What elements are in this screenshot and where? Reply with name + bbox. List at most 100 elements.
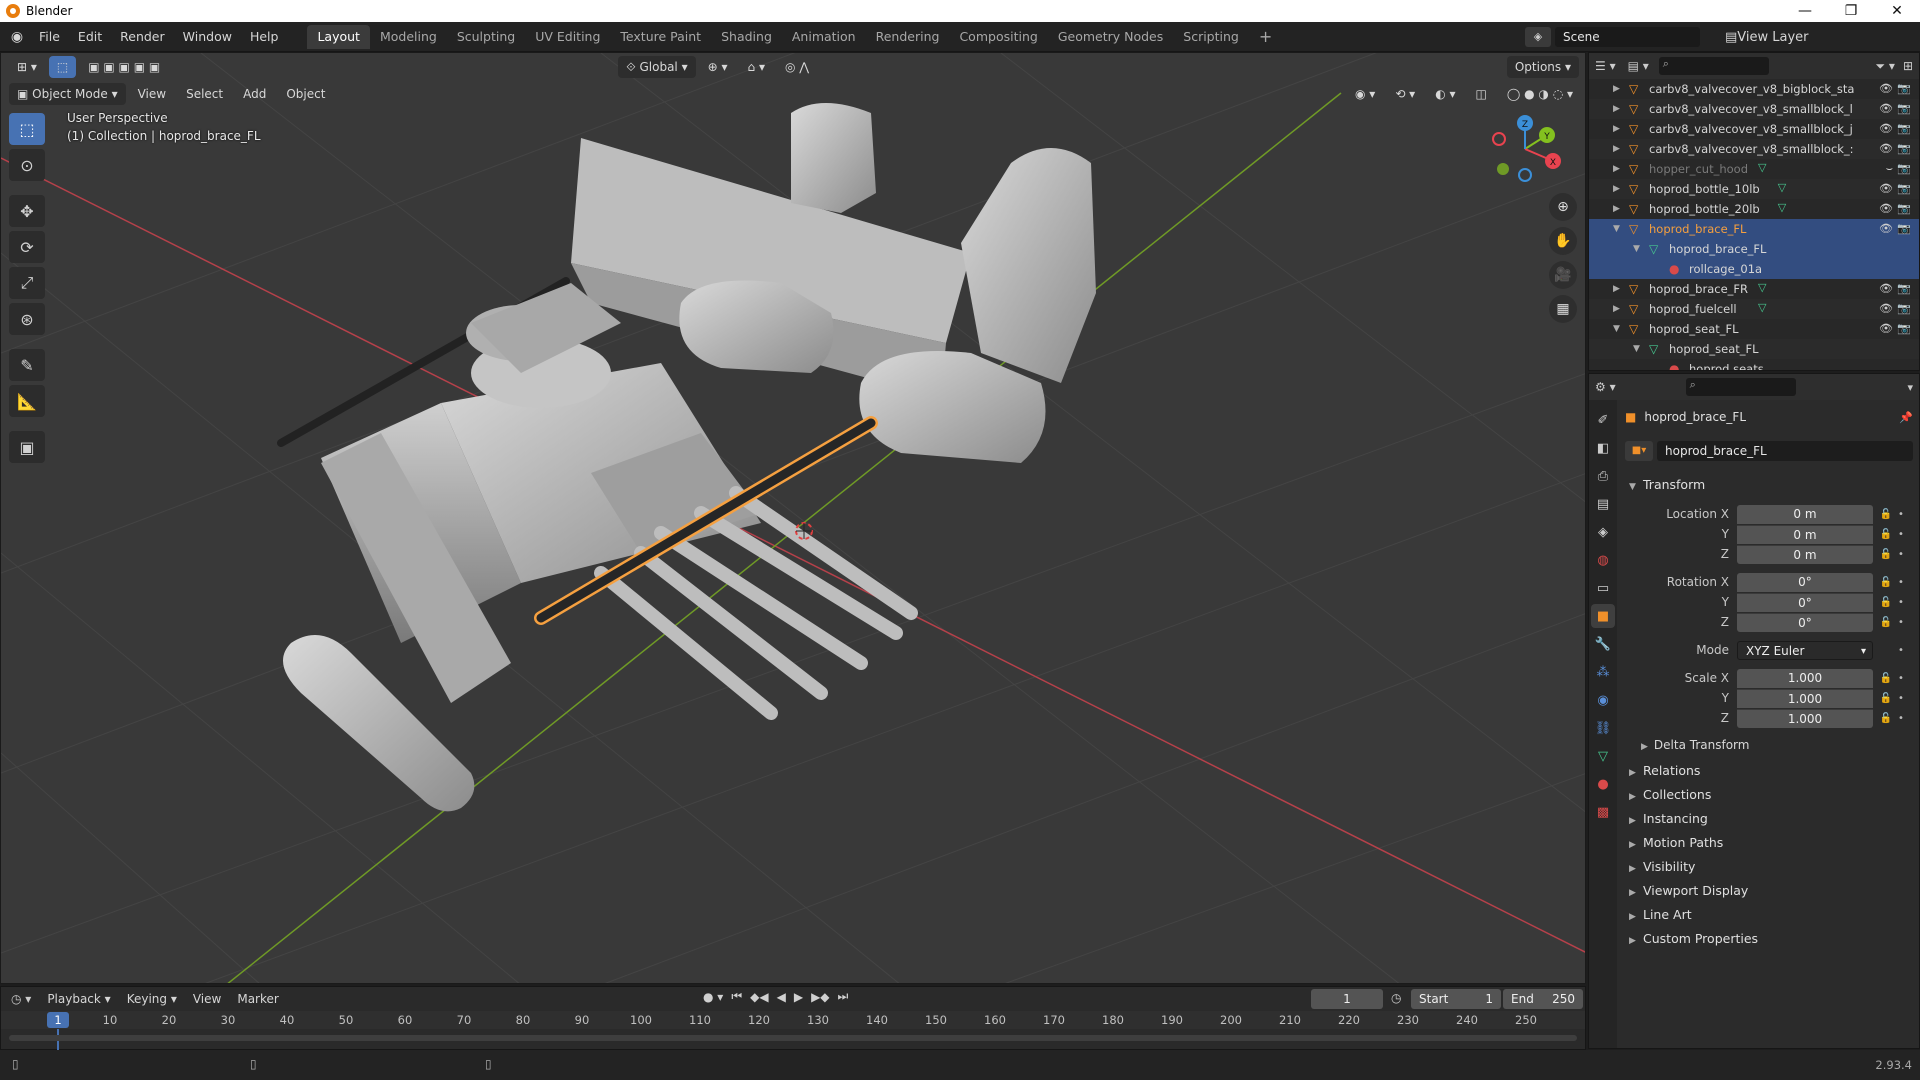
select-box-tool-icon[interactable]: ⬚ [9,113,45,145]
lock-icon[interactable]: 🔓 [1877,713,1895,724]
outliner-editor-icon[interactable]: ☰ ▾ [1595,59,1616,73]
viewport-menu-view[interactable]: View [130,83,174,105]
timeline-ruler[interactable]: 1 10 20 30 40 50 60 70 80 90 100 110 120 130 140 150 16… [1,1011,1585,1029]
data-tab-icon[interactable]: ▽ [1591,744,1615,768]
visibility-icon[interactable]: ◉ ▾ [1347,83,1383,105]
keyframe-dot-icon[interactable]: • [1895,529,1907,540]
tab-compositing[interactable]: Compositing [949,25,1047,49]
chevron-down-icon[interactable]: ▼ [1613,219,1620,239]
tab-animation[interactable]: Animation [782,25,866,49]
panel-header-line-art[interactable]: ▶ Line Art [1625,904,1913,926]
outliner-search-input[interactable]: ⌕ [1658,57,1769,75]
move-tool-icon[interactable]: ✥ [9,195,45,227]
jump-keyframe-back-icon[interactable]: ◆◀ [750,990,768,1004]
jump-keyframe-forward-icon[interactable]: ▶◆ [811,990,829,1004]
lock-icon[interactable]: 🔓 [1877,529,1895,540]
object-tab-icon[interactable]: ■ [1591,604,1615,628]
tool-tab-icon[interactable]: ✐ [1591,408,1615,432]
options-dropdown[interactable]: Options ▾ [1506,56,1579,78]
scene-name-field[interactable]: Scene [1555,27,1700,47]
tab-modeling[interactable]: Modeling [370,25,447,49]
eye-icon[interactable]: 👁 [1879,219,1893,239]
panel-header-instancing[interactable]: ▶ Instancing [1625,808,1913,830]
eye-icon[interactable]: 👁 [1879,99,1893,119]
render-tab-icon[interactable]: ◧ [1591,436,1615,460]
outliner-row[interactable]: ▶ ▽ hopper_cut_hood ▽ ⌣ 📷 [1589,159,1919,179]
panel-header-visibility[interactable]: ▶ Visibility [1625,856,1913,878]
object-type-icon[interactable]: ■▾ [1625,441,1653,461]
outliner-row[interactable]: ▶ ▽ hoprod_fuelcell ▽ 👁 📷 [1589,299,1919,319]
chevron-right-icon[interactable]: ▶ [1613,119,1620,139]
outliner-display-mode-icon[interactable]: ▤ ▾ [1628,59,1649,73]
scale-y-field[interactable]: 1.000 [1737,688,1873,708]
frame-cursor[interactable]: 1 [47,1012,69,1028]
constraints-tab-icon[interactable]: ⛓ [1591,716,1615,740]
add-cube-tool-icon[interactable]: ▣ [9,431,45,463]
keyframe-dot-icon[interactable]: • [1895,577,1907,588]
camera-icon[interactable]: 📷 [1897,219,1911,239]
eye-icon[interactable]: 👁 [1879,279,1893,299]
scale-z-field[interactable]: 1.000 [1737,708,1873,728]
chevron-right-icon[interactable]: ▶ [1613,199,1620,219]
orientation-dropdown[interactable]: ⟐ Global ▾ [618,56,696,78]
chevron-down-icon[interactable]: ▼ [1633,239,1640,259]
viewport-menu-object[interactable]: Object [278,83,333,105]
chevron-right-icon[interactable]: ▶ [1613,79,1620,99]
properties-editor-icon[interactable]: ⚙ ▾ [1595,380,1616,394]
chevron-right-icon[interactable]: ▶ [1613,99,1620,119]
particles-tab-icon[interactable]: ⁂ [1591,660,1615,684]
chevron-right-icon[interactable]: ▶ [1613,139,1620,159]
cursor-tool-icon[interactable]: ⊙ [9,149,45,181]
current-frame-field[interactable]: 1 [1311,989,1383,1009]
menu-window[interactable]: Window [174,22,241,52]
outliner-row[interactable]: ● rollcage_01a [1589,259,1919,279]
timeline-menu-marker[interactable]: Marker [229,992,286,1006]
camera-icon[interactable]: 📷 [1897,119,1911,139]
tab-uv-editing[interactable]: UV Editing [525,25,610,49]
physics-tab-icon[interactable]: ◉ [1591,688,1615,712]
outliner-row[interactable]: ▼ ▽ hoprod_brace_FL 👁 📷 [1589,219,1919,239]
panel-header-custom-properties[interactable]: ▶ Custom Properties [1625,928,1913,950]
location-y-field[interactable]: 0 m [1737,524,1873,544]
material-tab-icon[interactable]: ● [1591,772,1615,796]
lock-icon[interactable]: 🔓 [1877,509,1895,520]
object-name-field[interactable]: hoprod_brace_FL [1657,441,1913,461]
zoom-icon[interactable]: ⊕ [1549,193,1577,221]
panel-header-viewport-display[interactable]: ▶ Viewport Display [1625,880,1913,902]
filter-icon[interactable]: ⏷ ▾ [1875,59,1894,74]
jump-end-icon[interactable]: ⏭ [838,989,849,1004]
camera-icon[interactable]: 📷 [1897,139,1911,159]
timeline-editor-icon[interactable]: ◷ ▾ [11,992,31,1006]
eye-icon[interactable]: 👁 [1879,139,1893,159]
modifier-tab-icon[interactable]: 🔧 [1591,632,1615,656]
collection-tab-icon[interactable]: ▭ [1591,576,1615,600]
outliner-row[interactable]: ▼ ▽ hoprod_seat_FL [1589,339,1919,359]
pan-hand-icon[interactable]: ✋ [1549,227,1577,255]
tab-layout[interactable]: Layout [307,24,370,49]
end-frame-field[interactable]: End 250 [1503,989,1583,1009]
pin-icon[interactable]: 📌 [1899,411,1913,424]
3d-viewport[interactable]: ⊞ ▾ ⬚ ▣ ▣ ▣ ▣ ▣ ⟐ Global ▾ ⊕ ▾ ⌂ ▾ ◎ ⋀ O… [0,52,1586,984]
chevron-right-icon[interactable]: ▶ [1613,179,1620,199]
play-icon[interactable]: ▶ [794,990,803,1004]
shading-modes-icon[interactable]: ◯ ● ◑ ◌ ▾ [1499,83,1581,105]
start-frame-field[interactable]: Start 1 [1411,989,1501,1009]
timeline-scrollbar[interactable] [9,1035,1577,1041]
panel-header-collections[interactable]: ▶ Collections [1625,784,1913,806]
camera-icon[interactable]: 📷 [1897,159,1911,179]
lock-icon[interactable]: 🔓 [1877,617,1895,628]
lock-icon[interactable]: 🔓 [1877,577,1895,588]
eye-icon[interactable]: 👁 [1879,319,1893,339]
camera-icon[interactable]: 📷 [1897,179,1911,199]
tab-texture-paint[interactable]: Texture Paint [610,25,711,49]
xray-toggle-icon[interactable]: ◫ [1468,83,1495,105]
record-icon[interactable]: ● ▾ [703,990,723,1004]
tab-geometry-nodes[interactable]: Geometry Nodes [1048,25,1173,49]
play-reverse-icon[interactable]: ◀ [777,990,786,1004]
outliner-row[interactable]: ● hoprod seats [1589,359,1919,370]
mesh-data-icon[interactable]: ▽ [1778,202,1790,214]
navigation-gizmo[interactable]: Y X Z [1485,109,1565,189]
outliner-row[interactable]: ▼ ▽ hoprod_brace_FL [1589,239,1919,259]
lock-icon[interactable]: 🔓 [1877,549,1895,560]
rotation-x-field[interactable]: 0° [1737,572,1873,592]
